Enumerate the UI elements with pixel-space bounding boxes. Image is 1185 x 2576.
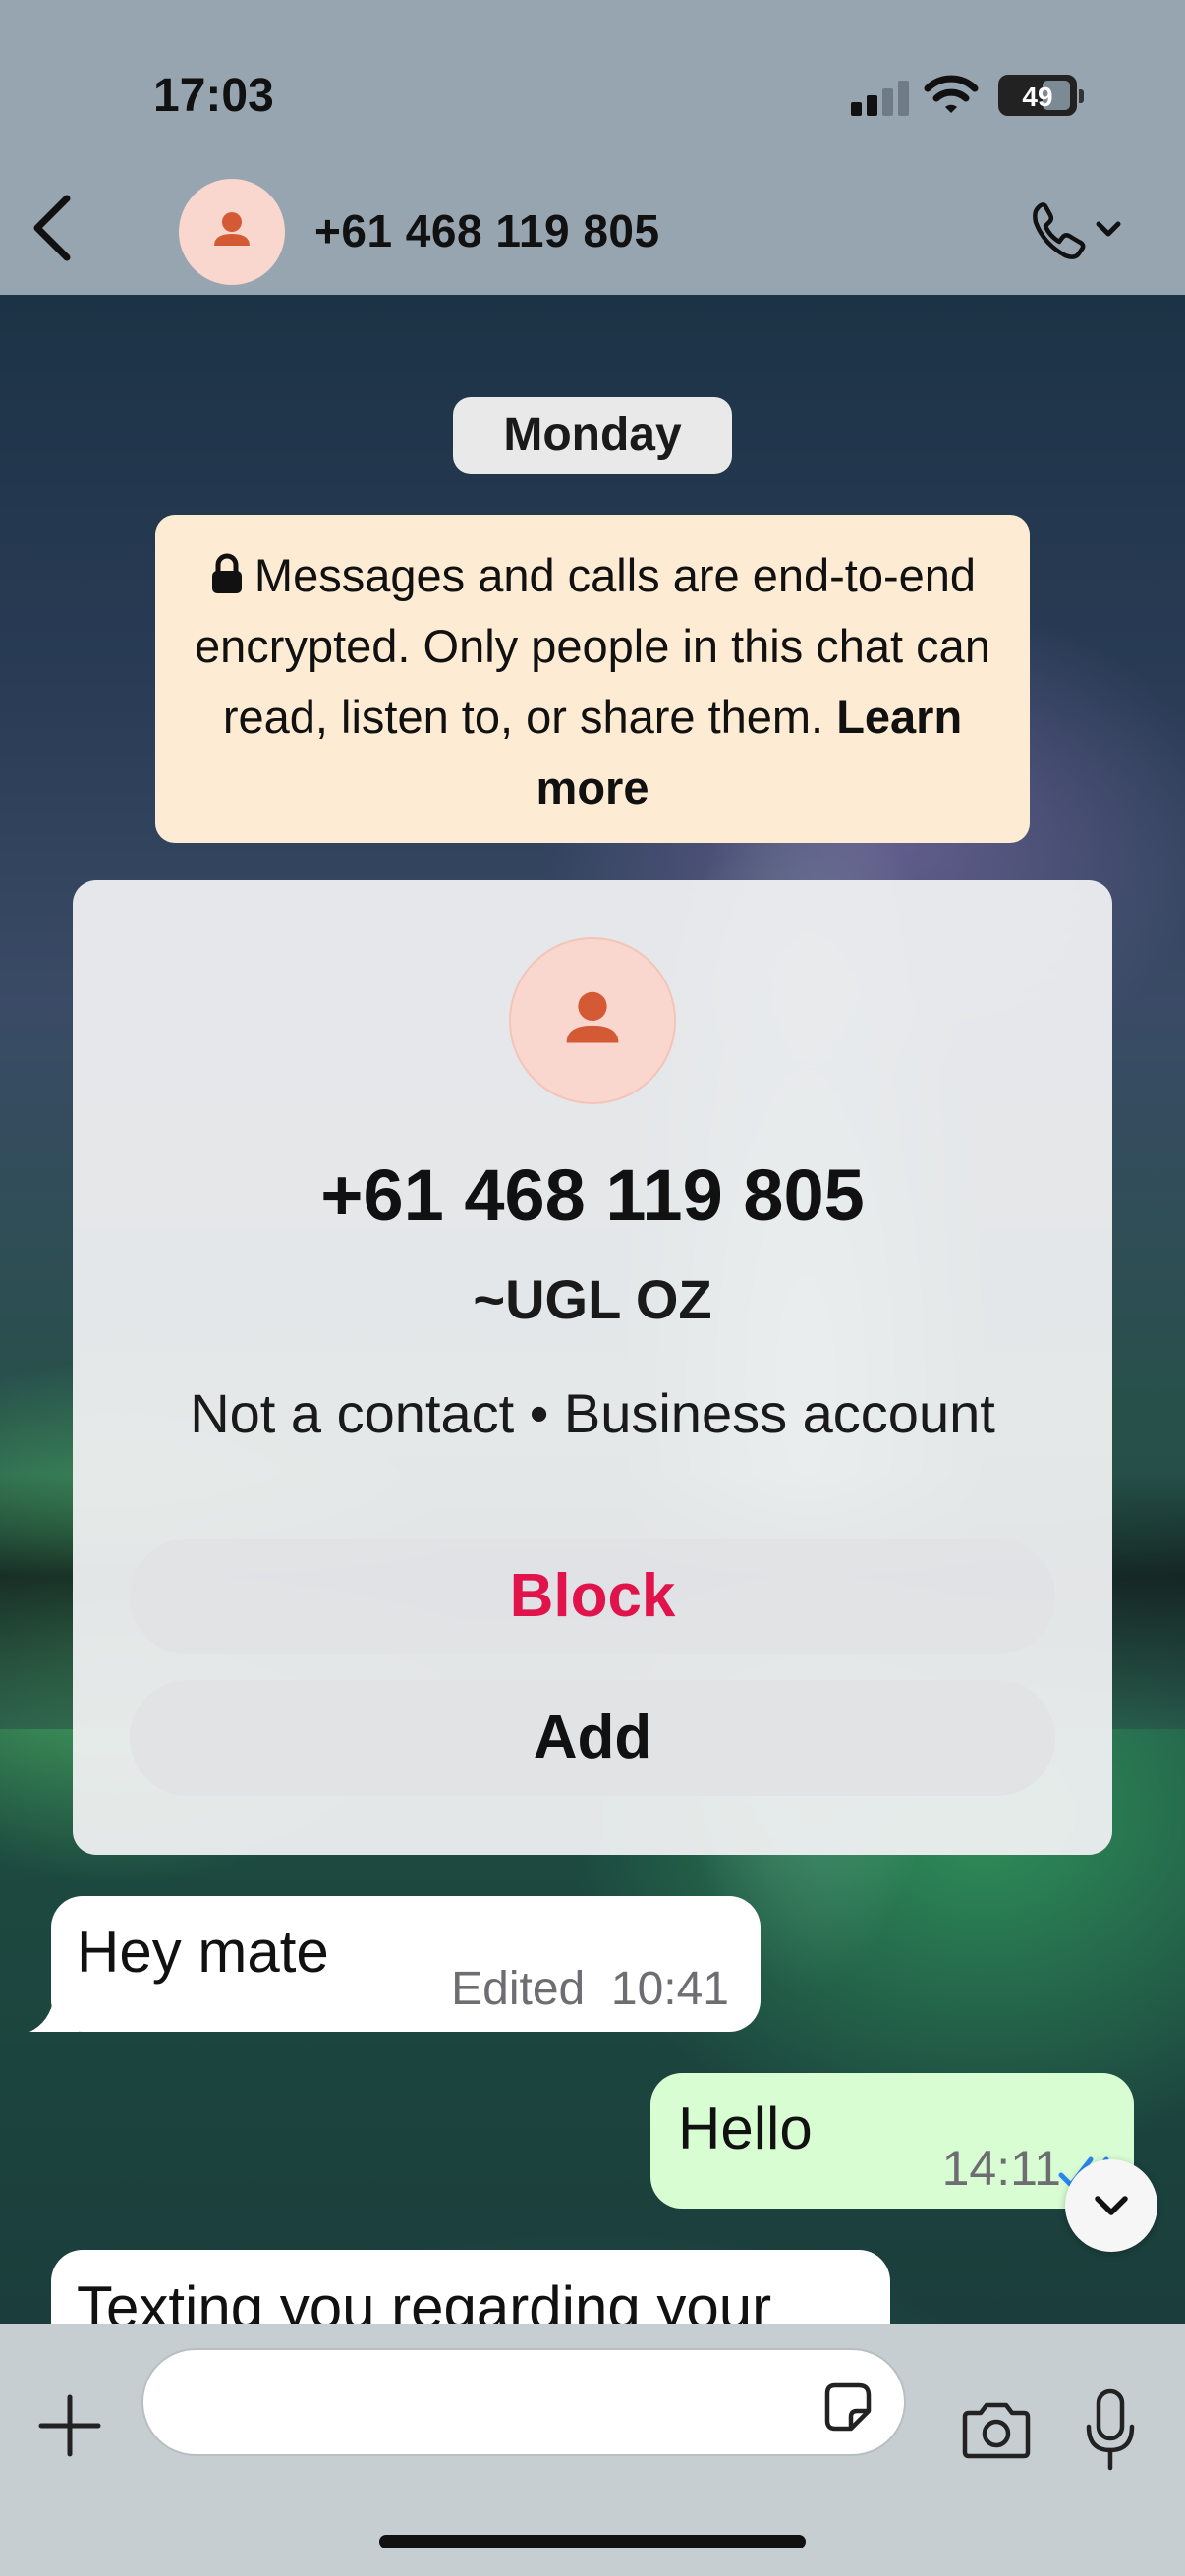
- message-text: Hello: [678, 2096, 813, 2161]
- status-time: 17:03: [153, 70, 274, 122]
- message-text: Hey mate: [77, 1919, 329, 1985]
- avatar[interactable]: [179, 179, 285, 285]
- contact-info-card: +61 468 119 805 ~UGL OZ Not a contact • …: [73, 880, 1112, 1855]
- mic-icon[interactable]: [1081, 2387, 1140, 2476]
- message-composer: [0, 2324, 1185, 2576]
- date-chip: Monday: [453, 397, 732, 474]
- outgoing-message[interactable]: Hello 14:11: [650, 2073, 1134, 2209]
- back-icon[interactable]: [24, 189, 83, 267]
- add-contact-button[interactable]: Add: [130, 1680, 1055, 1796]
- phone-icon[interactable]: [1022, 193, 1140, 271]
- sticker-icon[interactable]: [819, 2380, 875, 2435]
- status-bar: 17:03 49: [0, 0, 1185, 167]
- message-time: 14:11: [941, 2141, 1061, 2196]
- block-button[interactable]: Block: [130, 1539, 1055, 1654]
- battery-level: 49: [1022, 82, 1053, 112]
- encryption-notice[interactable]: Messages and calls are end-to-end encryp…: [155, 515, 1030, 843]
- camera-icon[interactable]: [959, 2401, 1034, 2460]
- cellular-signal-icon: [851, 81, 910, 116]
- contact-status: Not a contact • Business account: [190, 1382, 995, 1444]
- wifi-icon: [924, 75, 979, 113]
- contact-avatar: [509, 937, 676, 1104]
- plus-icon[interactable]: [35, 2391, 104, 2460]
- incoming-message[interactable]: Hey mate Edited 10:41: [29, 1896, 761, 2032]
- person-icon: [214, 212, 250, 246]
- chevron-down-icon: [1095, 2196, 1128, 2215]
- chat-header: +61 468 119 805: [0, 167, 1185, 295]
- message-input[interactable]: [141, 2348, 906, 2456]
- person-icon: [566, 991, 619, 1043]
- chevron-down-icon: [1096, 221, 1121, 237]
- contact-display-name: ~UGL OZ: [473, 1268, 712, 1330]
- scroll-to-bottom-button[interactable]: [1065, 2159, 1157, 2252]
- message-meta: Edited 10:41: [451, 1963, 729, 2015]
- header-contact-name[interactable]: +61 468 119 805: [314, 204, 660, 257]
- battery-icon: 49: [998, 75, 1084, 116]
- bubble-tail: [29, 1992, 79, 2032]
- lock-icon: [211, 553, 242, 593]
- contact-number: +61 468 119 805: [320, 1154, 865, 1236]
- home-indicator: [379, 2535, 806, 2548]
